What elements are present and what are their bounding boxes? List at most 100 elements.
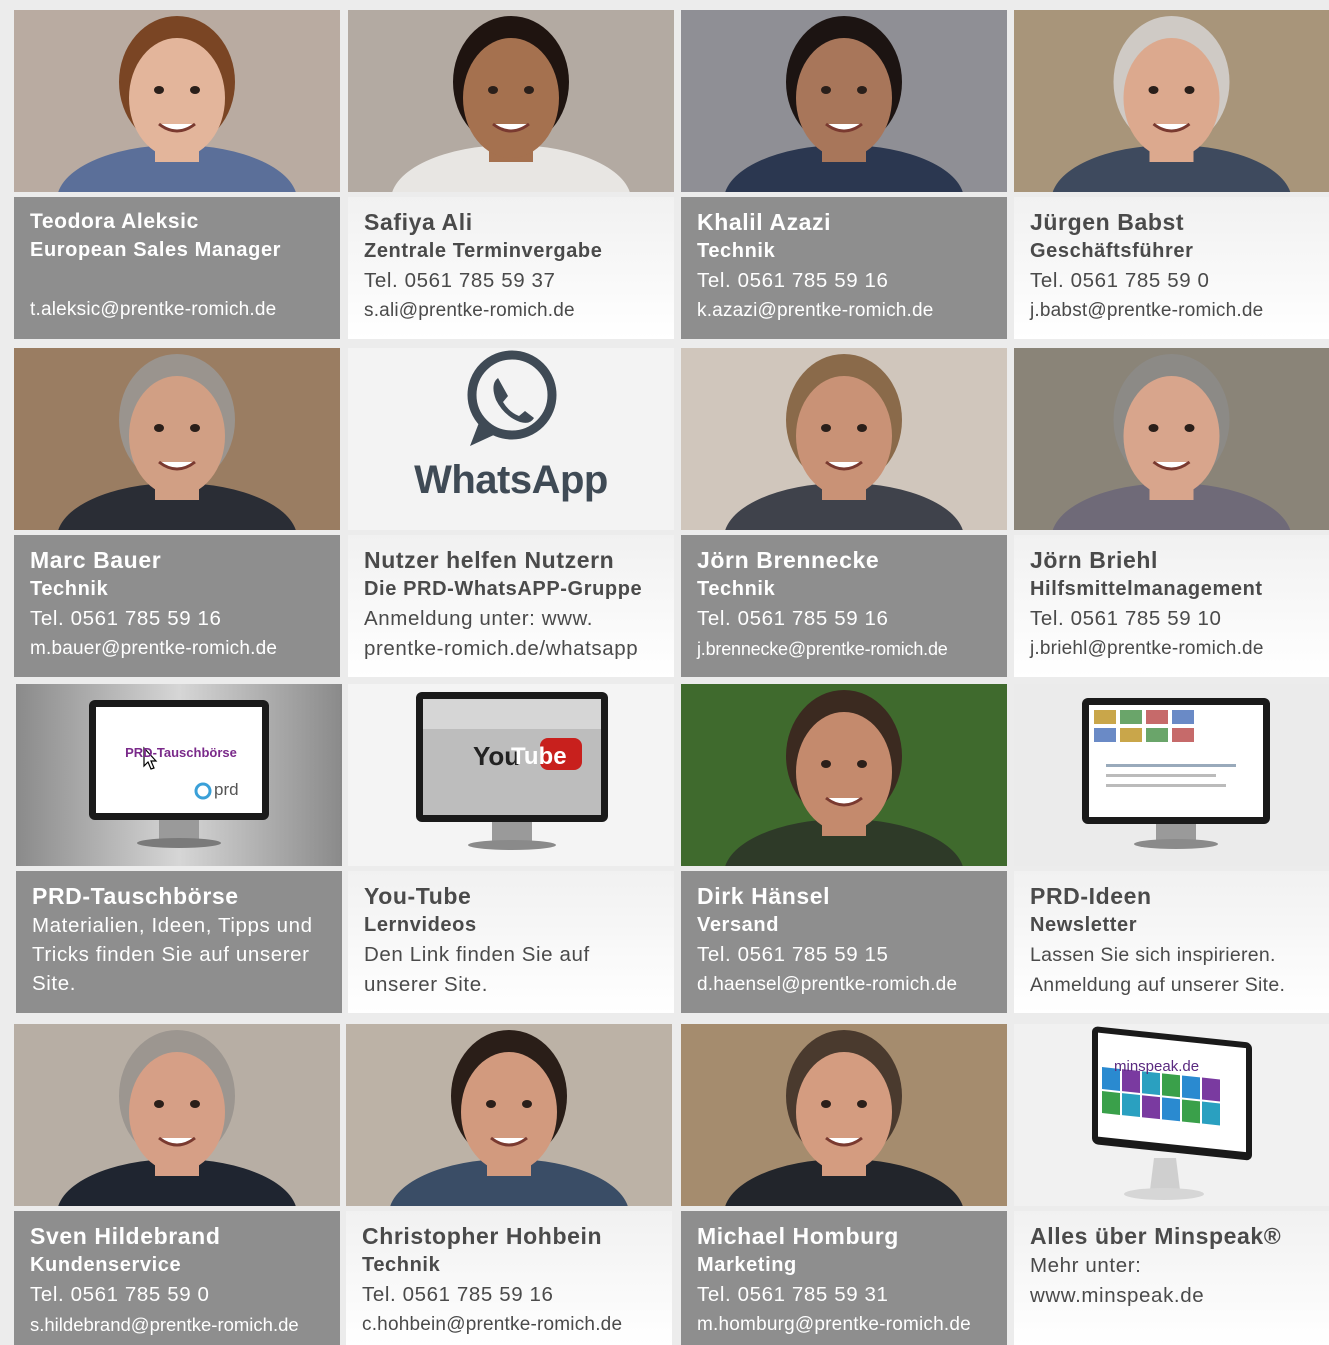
- face: [461, 1052, 557, 1172]
- contact-phone: Tel. 0561 785 59 31: [697, 1283, 889, 1306]
- contact-name: Marc Bauer: [30, 547, 162, 573]
- contact-name: Safiya Ali: [364, 209, 473, 235]
- newsletter-tile[interactable]: [1014, 684, 1329, 866]
- eye-left: [821, 1100, 831, 1108]
- contact-name: Michael Homburg: [697, 1223, 899, 1249]
- portrait-photo: [348, 10, 674, 192]
- contact-info: PRD-Ideen Newsletter Lassen Sie sich ins…: [1014, 871, 1329, 1013]
- contact-phone: Tel. 0561 785 59 16: [697, 607, 889, 630]
- whatsapp-link[interactable]: prentke-romich.de/whatsapp: [364, 634, 658, 664]
- contact-email-link[interactable]: j.briehl@prentke-romich.de: [1030, 634, 1313, 664]
- newsletter-card[interactable]: PRD-Ideen Newsletter Lassen Sie sich ins…: [1014, 684, 1329, 1013]
- face: [796, 1052, 892, 1172]
- contact-email-link[interactable]: t.aleksic@prentke-romich.de: [30, 295, 324, 325]
- contact-info: Michael Homburg Marketing Tel. 0561 785 …: [681, 1211, 1007, 1345]
- whatsapp-wordmark: WhatsApp: [414, 458, 608, 502]
- contact-info: Nutzer helfen Nutzern Die PRD-WhatsAPP-G…: [348, 535, 674, 677]
- contact-card-babst: Jürgen Babst Geschäftsführer Tel. 0561 7…: [1014, 10, 1329, 339]
- eye-right: [524, 86, 534, 94]
- contact-phone: Tel. 0561 785 59 0: [30, 1283, 210, 1306]
- whatsapp-group-card[interactable]: WhatsApp Nutzer helfen Nutzern Die PRD-W…: [348, 348, 674, 677]
- contact-info: PRD-Tauschbörse Materialien, Ideen, Tipp…: [16, 871, 342, 1013]
- contact-info: Jürgen Babst Geschäftsführer Tel. 0561 7…: [1014, 197, 1329, 339]
- portrait-photo: [1014, 348, 1329, 530]
- minspeak-site-label: minspeak.de: [1114, 1058, 1200, 1075]
- contact-email-link[interactable]: s.hildebrand@prentke-romich.de: [30, 1310, 324, 1340]
- eye-right: [857, 424, 867, 432]
- eye-left: [821, 86, 831, 94]
- eye-right: [857, 86, 867, 94]
- monitor-icon: [89, 700, 269, 848]
- contact-name: Dirk Hänsel: [697, 883, 831, 909]
- contact-role: Versand: [697, 914, 780, 936]
- contact-card-ali: Safiya Ali Zentrale Terminvergabe Tel. 0…: [348, 10, 674, 339]
- contact-phone: Tel. 0561 785 59 10: [1030, 607, 1222, 630]
- contact-role: Hilfsmittelmanagement: [1030, 578, 1263, 600]
- eye-left: [154, 86, 164, 94]
- youtube-card[interactable]: You Tube You-Tube Lernvideos Den Link fi…: [348, 684, 674, 1013]
- card-text: Mehr unter:: [1030, 1254, 1142, 1277]
- minspeak-link[interactable]: www.minspeak.de: [1030, 1281, 1313, 1311]
- face: [129, 376, 225, 496]
- eye-left: [154, 1100, 164, 1108]
- portrait-photo: [14, 348, 340, 530]
- contact-email-link[interactable]: d.haensel@prentke-romich.de: [697, 970, 991, 1000]
- contact-role: Technik: [697, 578, 776, 600]
- contact-card-briehl: Jörn Briehl Hilfsmittelmanagement Tel. 0…: [1014, 348, 1329, 677]
- tauschboerse-tile[interactable]: PRD-Tauschbörse prd: [16, 684, 342, 866]
- contact-phone: Tel. 0561 785 59 16: [30, 607, 222, 630]
- contact-info: You-Tube Lernvideos Den Link finden Sie …: [348, 871, 674, 1013]
- card-title: PRD-Ideen: [1030, 883, 1152, 909]
- contact-card-homburg: Michael Homburg Marketing Tel. 0561 785 …: [681, 1024, 1007, 1345]
- youtube-monitor-icon: [416, 692, 608, 850]
- contact-phone: Tel. 0561 785 59 16: [697, 269, 889, 292]
- contact-role: Technik: [30, 578, 109, 600]
- contact-info: Khalil Azazi Technik Tel. 0561 785 59 16…: [681, 197, 1007, 339]
- contact-email-link[interactable]: j.brennecke@prentke-romich.de: [697, 634, 991, 664]
- eye-left: [821, 760, 831, 768]
- contact-name: Khalil Azazi: [697, 209, 832, 235]
- eye-right: [1184, 424, 1195, 432]
- card-title: You-Tube: [364, 883, 472, 909]
- contact-role: Geschäftsführer: [1030, 240, 1194, 262]
- face: [796, 38, 892, 158]
- contact-email-link[interactable]: s.ali@prentke-romich.de: [364, 296, 658, 326]
- contact-email-link[interactable]: k.azazi@prentke-romich.de: [697, 296, 991, 326]
- contact-info: Jörn Briehl Hilfsmittelmanagement Tel. 0…: [1014, 535, 1329, 677]
- contact-card-hohbein: Christopher Hohbein Technik Tel. 0561 78…: [346, 1024, 672, 1345]
- contact-email-link[interactable]: m.homburg@prentke-romich.de: [697, 1310, 991, 1340]
- card-title: Nutzer helfen Nutzern: [364, 547, 615, 573]
- whatsapp-tile[interactable]: WhatsApp: [348, 348, 674, 530]
- contact-name: Sven Hildebrand: [30, 1223, 221, 1249]
- contact-email-link[interactable]: c.hohbein@prentke-romich.de: [362, 1310, 656, 1340]
- screen-title: PRD-Tauschbörse: [125, 745, 237, 760]
- contact-info: Alles über Minspeak® Mehr unter: www.min…: [1014, 1211, 1329, 1345]
- contact-card-aleksic: Teodora Aleksic European Sales Manager t…: [14, 10, 340, 339]
- contact-info: Safiya Ali Zentrale Terminvergabe Tel. 0…: [348, 197, 674, 339]
- youtube-tile[interactable]: You Tube: [348, 684, 674, 866]
- minspeak-card[interactable]: minspeak.de Alles über Minspeak® Mehr un…: [1014, 1024, 1329, 1345]
- contact-card-azazi: Khalil Azazi Technik Tel. 0561 785 59 16…: [681, 10, 1007, 339]
- contact-name: Jörn Brennecke: [697, 547, 880, 573]
- newsletter-signup-text: Anmeldung auf unserer Site.: [1030, 974, 1286, 996]
- contact-phone: Tel. 0561 785 59 37: [364, 269, 556, 292]
- portrait-photo: [346, 1024, 672, 1206]
- card-subtitle: Newsletter: [1030, 914, 1138, 936]
- contact-email-link[interactable]: m.bauer@prentke-romich.de: [30, 634, 324, 664]
- contact-info: Teodora Aleksic European Sales Manager t…: [14, 197, 340, 339]
- face: [1123, 376, 1220, 496]
- contact-email-link[interactable]: j.babst@prentke-romich.de: [1030, 296, 1313, 326]
- eye-left: [1148, 86, 1159, 94]
- eye-left: [154, 424, 164, 432]
- minspeak-tile[interactable]: minspeak.de: [1014, 1024, 1329, 1206]
- contact-info: Jörn Brennecke Technik Tel. 0561 785 59 …: [681, 535, 1007, 677]
- contact-card-hildebrand: Sven Hildebrand Kundenservice Tel. 0561 …: [14, 1024, 340, 1345]
- portrait-photo: [14, 10, 340, 192]
- card-description: Den Link finden Sie auf unserer Site.: [364, 943, 590, 996]
- tauschboerse-card[interactable]: PRD-Tauschbörse prd PRD-Tauschbörse Mate…: [16, 684, 342, 1013]
- face: [463, 38, 559, 158]
- contact-role: Technik: [697, 240, 776, 262]
- eye-right: [857, 760, 867, 768]
- face: [129, 38, 225, 158]
- portrait-photo: [14, 1024, 340, 1206]
